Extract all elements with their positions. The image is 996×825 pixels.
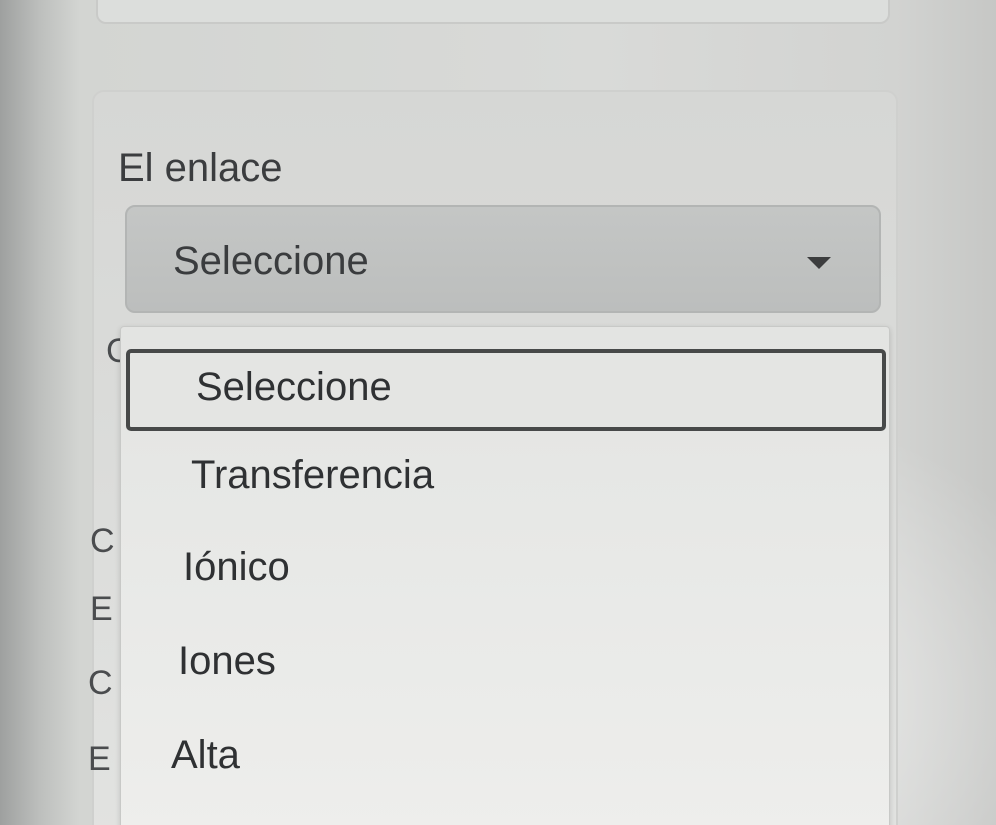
- previous-card: [96, 0, 890, 24]
- field-label: El enlace: [118, 146, 283, 190]
- option-label: Transferencia: [191, 453, 435, 497]
- select-current-value: Seleccione: [173, 239, 369, 283]
- option-label: Seleccione: [196, 365, 392, 409]
- caret-down-icon[interactable]: [807, 257, 831, 269]
- option-label: Alta: [171, 733, 240, 777]
- option-label: Iónico: [183, 545, 290, 589]
- obscured-letter-3: E: [90, 590, 113, 628]
- dropdown-option-seleccione[interactable]: Seleccione: [126, 349, 886, 431]
- dropdown-option-alta[interactable]: Alta: [121, 715, 889, 805]
- option-label: Iones: [178, 639, 276, 683]
- dropdown-option-iones[interactable]: Iones: [121, 621, 889, 711]
- obscured-letter-4: C: [88, 664, 113, 702]
- link-type-select[interactable]: Seleccione: [125, 205, 881, 313]
- obscured-letter-2: C: [90, 522, 115, 560]
- obscured-letter-5: E: [88, 740, 111, 778]
- dropdown-option-ionico[interactable]: Iónico: [121, 527, 889, 617]
- dropdown-option-transferencia[interactable]: Transferencia: [121, 435, 889, 525]
- dropdown-list: Seleccione Transferencia Iónico Iones Al…: [120, 326, 890, 825]
